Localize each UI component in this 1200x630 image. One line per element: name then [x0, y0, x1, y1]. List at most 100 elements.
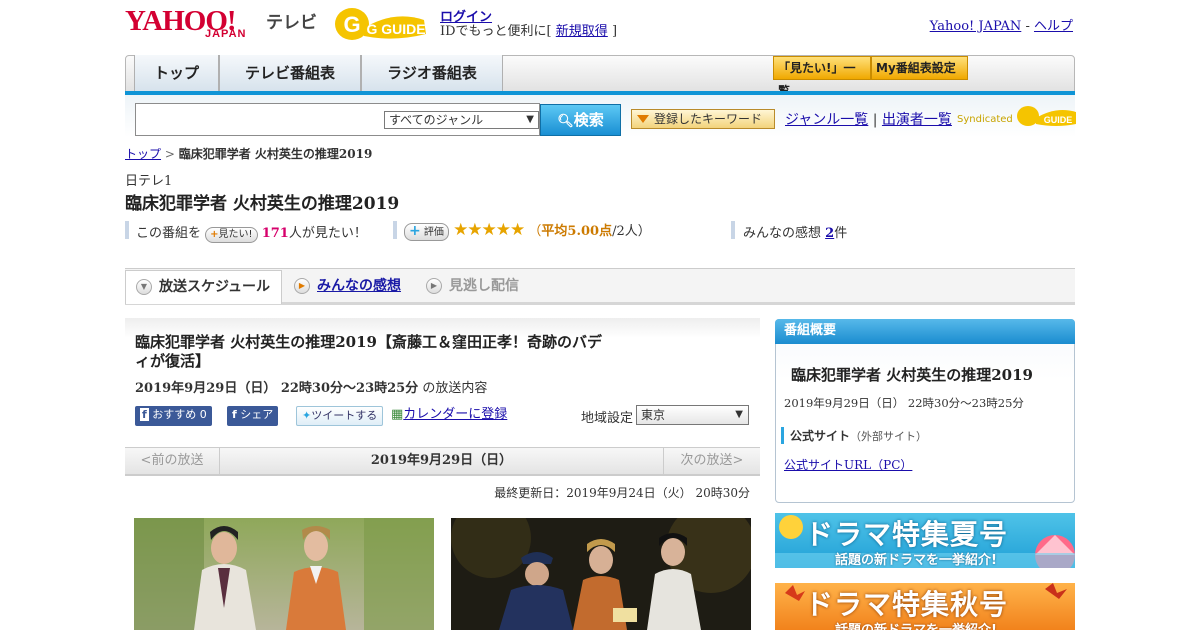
genre-select[interactable]: すべてのジャンル ▼	[384, 111, 539, 129]
breadcrumb-top-link[interactable]: トップ	[125, 147, 161, 161]
last-updated: 最終更新日：2019年9月24日（火） 20時30分	[494, 486, 750, 500]
summary-datetime: 2019年9月29日（日） 22時30分～23時25分	[784, 396, 1024, 410]
summary-title: 臨床犯罪学者 火村英生の推理2019	[791, 366, 1033, 384]
program-summary-heading: 番組概要	[775, 319, 1075, 344]
episode-datetime-value: 2019年9月29日（日） 22時30分～23時25分	[135, 381, 419, 396]
twitter-bird-icon: ✦	[302, 409, 312, 422]
id-prefix: IDでもっと便利に[	[440, 24, 552, 39]
rate-button-label: 評価	[423, 227, 444, 238]
impressions-count-link[interactable]: 2	[825, 226, 834, 241]
nav-tab-top[interactable]: トップ	[134, 55, 219, 92]
program-summary-panel	[775, 319, 1075, 503]
search-button[interactable]: 🔍︎検索	[540, 104, 621, 136]
episode-photo-2	[451, 518, 751, 630]
stat-divider	[393, 221, 397, 239]
drama-summer-banner[interactable]: ドラマ特集夏号 話題の新ドラマを一挙紹介!	[775, 513, 1075, 568]
episode-photo-1	[134, 518, 434, 630]
chevron-down-icon: ▼	[526, 114, 534, 125]
my-schedule-settings-button[interactable]: My番組表設定	[871, 56, 968, 80]
search-links: ジャンル一覧 | 出演者一覧	[785, 109, 952, 129]
official-site-note: （外部サイト）	[850, 430, 928, 443]
current-day: 2019年9月29日（日）	[370, 453, 513, 468]
tab-missed-label: 見逃し配信	[449, 278, 519, 294]
next-broadcast-button[interactable]: 次の放送>	[663, 447, 760, 476]
id-suffix: ]	[611, 24, 618, 39]
syndicated-label: Syndicated	[957, 114, 1013, 125]
rating-people: /2人）	[612, 224, 651, 239]
chevron-down-icon: ▼	[735, 409, 743, 420]
rating-open: （	[528, 224, 542, 239]
want-stat: この番組を +見たい! 171人が見たい！	[136, 222, 367, 243]
want-button-label: 見たい!	[218, 229, 253, 240]
recommend-count: 0	[199, 408, 207, 421]
breadcrumb-sep: >	[164, 147, 175, 161]
program-stats: この番組を +見たい! 171人が見たい！ + 評価 ★★★★★ （平均5.00…	[125, 220, 1075, 243]
impressions-stat: みんなの感想 2件	[743, 222, 847, 241]
registered-keyword-button[interactable]: 登録したキーワード	[631, 109, 775, 129]
rate-button[interactable]: + 評価	[404, 223, 449, 241]
calendar-link[interactable]: カレンダーに登録	[403, 407, 507, 422]
stat-divider	[125, 221, 129, 239]
plus-icon: +	[409, 223, 421, 239]
svg-text:G: G	[343, 12, 360, 37]
facebook-icon: f	[232, 408, 237, 421]
official-site-label: 公式サイト（外部サイト）	[781, 427, 927, 444]
stat-divider	[731, 221, 735, 239]
channel-name: 日テレ1	[125, 174, 173, 189]
region-label: 地域設定	[581, 411, 634, 426]
rating-stat: + 評価 ★★★★★ （平均5.00点/2人）	[404, 220, 651, 241]
region-select[interactable]: 東京 ▼	[636, 405, 749, 425]
nav-tab-tv-schedule[interactable]: テレビ番組表	[219, 55, 361, 92]
tab-schedule-label: 放送スケジュール	[159, 279, 271, 295]
want-prefix: この番組を	[136, 226, 202, 241]
signup-link[interactable]: 新規取得	[556, 24, 608, 39]
chevron-down-icon: ▼	[136, 279, 152, 295]
syndicated-badge: Syndicated GUIDE	[957, 104, 1078, 128]
yahoo-japan-link[interactable]: Yahoo! JAPAN	[930, 19, 1022, 34]
calendar-icon: ▦	[391, 407, 404, 422]
prev-broadcast-button[interactable]: <前の放送	[125, 447, 220, 476]
yahoo-japan-sublogo: JAPAN	[205, 28, 247, 40]
want-suffix: 人が見たい！	[288, 226, 367, 241]
tab-impressions-label: みんなの感想	[317, 278, 401, 294]
nav-dash: -	[1025, 19, 1030, 34]
svg-text:G GUIDE: G GUIDE	[366, 21, 425, 37]
rating-average: 平均5.00点	[541, 224, 613, 239]
cast-list-link[interactable]: 出演者一覧	[882, 112, 952, 128]
breadcrumb: トップ > 臨床犯罪学者 火村英生の推理2019	[125, 145, 372, 162]
rating-stars: ★★★★★	[453, 220, 525, 240]
official-site-title: 公式サイト	[790, 429, 851, 443]
tab-impressions[interactable]: ▶ みんなの感想	[284, 270, 414, 304]
id-promo: IDでもっと便利に[ 新規取得 ]	[440, 20, 617, 39]
genre-list-link[interactable]: ジャンル一覧	[785, 112, 868, 128]
impressions-unit: 件	[834, 226, 848, 241]
gguide-logo: G G GUIDE	[334, 6, 432, 42]
tweet-button[interactable]: ✦ツイートする	[296, 406, 384, 426]
help-link[interactable]: ヘルプ	[1034, 19, 1073, 34]
search-icon: 🔍︎	[557, 114, 574, 129]
nav-tab-radio-schedule[interactable]: ラジオ番組表	[361, 55, 503, 92]
service-name: テレビ	[266, 13, 317, 33]
drama-autumn-banner[interactable]: ドラマ特集秋号 話題の新ドラマを一挙紹介!	[775, 583, 1075, 630]
episode-datetime-suffix: の放送内容	[422, 381, 488, 396]
banner-autumn-title: ドラマ特集秋号	[805, 588, 1009, 621]
genre-selected: すべてのジャンル	[389, 113, 484, 127]
tab-schedule[interactable]: ▼ 放送スケジュール	[125, 270, 282, 304]
banner-summer-title: ドラマ特集夏号	[805, 518, 1009, 551]
tweet-label: ツイートする	[311, 409, 378, 422]
facebook-icon: f	[140, 408, 149, 421]
yahoo-nav: Yahoo! JAPAN - ヘルプ	[930, 15, 1073, 34]
keyword-label: 登録したキーワード	[654, 112, 763, 126]
want-button[interactable]: +見たい!	[205, 227, 258, 243]
want-list-button[interactable]: 「見たい!」一覧	[773, 56, 871, 98]
calendar-register[interactable]: ▦カレンダーに登録	[386, 406, 512, 426]
play-icon: ▶	[294, 278, 310, 294]
facebook-recommend-button[interactable]: f おすすめ 0	[135, 406, 212, 426]
official-site-link[interactable]: 公式サイトURL（PC）	[784, 456, 912, 473]
facebook-share-button[interactable]: f シェア	[227, 406, 279, 426]
want-count: 171	[261, 226, 289, 241]
gguide-mini-logo: GUIDE	[1016, 106, 1076, 126]
region-value: 東京	[641, 408, 666, 422]
page-title: 臨床犯罪学者 火村英生の推理2019	[125, 194, 400, 214]
banner-summer-sub: 話題の新ドラマを一挙紹介!	[835, 553, 997, 568]
